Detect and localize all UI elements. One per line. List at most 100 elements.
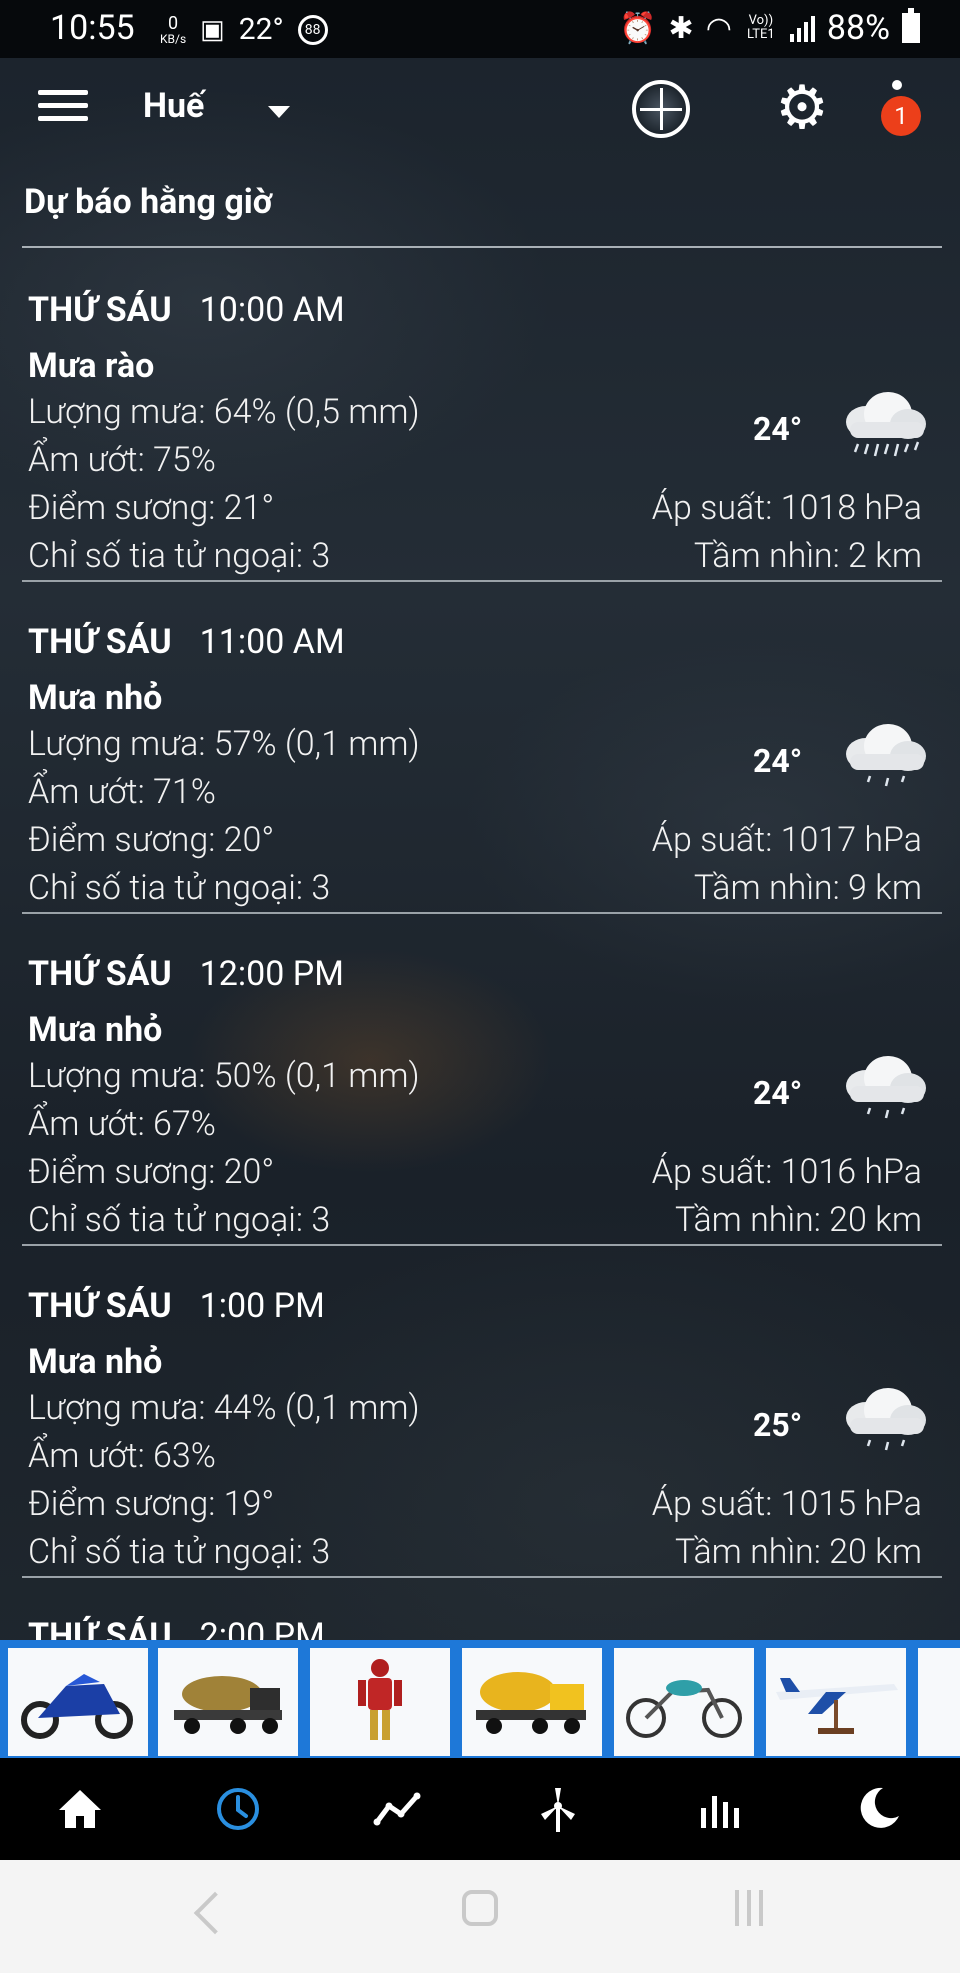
humidity: Ẩm ướt: 71% (28, 772, 216, 812)
motorbike-icon (626, 1680, 742, 1738)
dew-point: Điểm sương: 21° (28, 488, 275, 528)
battery-icon (902, 8, 920, 43)
airplane-icon (776, 1678, 898, 1734)
forecast-header: THỨ SÁU 11:00 AM (28, 622, 345, 662)
motorcycle-model-ad[interactable] (8, 1648, 148, 1756)
temperature: 25° (753, 1406, 803, 1444)
status-left-icons: 0 KB/s ▣ 22° 88 (160, 12, 328, 47)
bottom-navigation (0, 1758, 960, 1860)
light-rain-cloud-icon (846, 724, 926, 787)
app-bar: Huế ⚙ 1 (0, 58, 960, 168)
nav-night[interactable] (818, 1758, 938, 1860)
net-speed: 0 KB/s (160, 12, 187, 46)
pressure: Áp suất: 1018 hPa (651, 488, 922, 528)
temperature: 24° (753, 410, 803, 448)
chevron-down-icon[interactable] (268, 106, 290, 118)
recent-apps-icon[interactable] (735, 1890, 763, 1926)
mixer-truck-icon (476, 1672, 586, 1734)
visibility: Tầm nhìn: 20 km (675, 1532, 922, 1572)
status-time: 10:55 (50, 8, 135, 48)
moon-icon (860, 1787, 899, 1828)
page-title: Dự báo hằng giờ (24, 182, 273, 222)
city-selector[interactable]: Huế (143, 86, 204, 126)
dew-point: Điểm sương: 20° (28, 1152, 275, 1192)
uv-index: Chỉ số tia tử ngoại: 3 (28, 868, 331, 908)
light-rain-cloud-icon (846, 1056, 926, 1119)
light-rain-cloud-icon (846, 1388, 926, 1451)
status-temp: 22° (238, 12, 284, 47)
line-chart-icon (373, 1792, 421, 1826)
wind-turbine-icon (541, 1788, 575, 1832)
notification-badge: 1 (881, 96, 921, 136)
menu-icon[interactable] (38, 90, 88, 130)
home-button-icon[interactable] (462, 1890, 498, 1926)
rain-amount: Lượng mưa: 64% (0,5 mm) (28, 392, 420, 432)
pressure: Áp suất: 1015 hPa (651, 1484, 922, 1524)
forecast-item[interactable]: THỨ SÁU 11:00 AM Mưa nhỏ Lượng mưa: 57% (… (0, 582, 960, 914)
divider (22, 246, 942, 248)
temperature: 24° (753, 742, 803, 780)
status-right-icons: ⏰ ✱ ◠ Vo)) LTE1 88% (619, 8, 920, 48)
mixer-truck-model-ad[interactable] (158, 1648, 298, 1756)
network-label: Vo)) LTE1 (747, 13, 775, 42)
bluetooth-icon: ✱ (668, 10, 694, 46)
back-icon[interactable] (193, 1891, 237, 1935)
forecast-header: THỨ SÁU 1:00 PM (28, 1286, 325, 1326)
forecast-item[interactable]: THỨ SÁU 10:00 AM Mưa rào Lượng mưa: 64% (… (0, 250, 960, 582)
rain-amount: Lượng mưa: 57% (0,1 mm) (28, 724, 420, 764)
notification-button[interactable]: 1 (878, 78, 926, 138)
clock-icon (217, 1788, 259, 1830)
nav-home[interactable] (20, 1758, 140, 1860)
forecast-header: THỨ SÁU 2:00 PM (28, 1616, 325, 1640)
hourly-forecast-list[interactable]: THỨ SÁU 10:00 AM Mưa rào Lượng mưa: 64% (… (0, 250, 960, 1640)
forecast-item[interactable]: THỨ SÁU 2:00 PM (0, 1578, 960, 1640)
pressure: Áp suất: 1016 hPa (651, 1152, 922, 1192)
rain-amount: Lượng mưa: 50% (0,1 mm) (28, 1056, 420, 1096)
classic-motorbike-ad[interactable] (614, 1648, 754, 1756)
ad-banner[interactable] (0, 1640, 960, 1758)
uv-index: Chỉ số tia tử ngoại: 3 (28, 1200, 331, 1240)
pressure: Áp suất: 1017 hPa (651, 820, 922, 860)
ad-thumbnail-partial[interactable] (918, 1648, 960, 1756)
humidity: Ẩm ướt: 63% (28, 1436, 216, 1476)
dew-point: Điểm sương: 20° (28, 820, 275, 860)
forecast-item[interactable]: THỨ SÁU 12:00 PM Mưa nhỏ Lượng mưa: 50% (… (0, 914, 960, 1246)
motorcycle-icon (21, 1674, 133, 1739)
visibility: Tầm nhìn: 9 km (693, 868, 922, 908)
system-navigation (0, 1860, 960, 1973)
yellow-mixer-truck-ad[interactable] (462, 1648, 602, 1756)
condition-label: Mưa nhỏ (28, 1010, 163, 1050)
battery-percent: 88% (826, 8, 890, 48)
forecast-header: THỨ SÁU 10:00 AM (28, 290, 345, 330)
gallery-icon: ▣ (200, 14, 225, 45)
bar-chart-icon (701, 1796, 739, 1828)
radar-icon[interactable] (632, 80, 690, 138)
signal-icon (789, 14, 815, 42)
forecast-item[interactable]: THỨ SÁU 1:00 PM Mưa nhỏ Lượng mưa: 44% (0… (0, 1246, 960, 1578)
nav-chart[interactable] (338, 1758, 458, 1860)
rain-amount: Lượng mưa: 44% (0,1 mm) (28, 1388, 420, 1428)
temperature: 24° (753, 1074, 803, 1112)
uv-index: Chỉ số tia tử ngoại: 3 (28, 1532, 331, 1572)
forecast-header: THỨ SÁU 12:00 PM (28, 954, 344, 994)
visibility: Tầm nhìn: 2 km (693, 536, 922, 576)
alarm-icon: ⏰ (619, 10, 657, 46)
nav-wind[interactable] (498, 1758, 618, 1860)
home-icon (59, 1790, 101, 1828)
heavy-rain-cloud-icon (846, 392, 926, 457)
visibility: Tầm nhìn: 20 km (675, 1200, 922, 1240)
gear-icon[interactable]: ⚙ (772, 78, 832, 138)
mixer-truck-icon (174, 1676, 282, 1734)
condition-label: Mưa rào (28, 346, 155, 386)
iron-man-figure-ad[interactable] (310, 1648, 450, 1756)
status-badge: 88 (297, 14, 328, 45)
status-bar: 10:55 0 KB/s ▣ 22° 88 ⏰ ✱ ◠ Vo)) LTE1 88… (0, 0, 960, 58)
wifi-icon: ◠ (705, 10, 732, 46)
airplane-model-ad[interactable] (766, 1648, 906, 1756)
nav-stats[interactable] (658, 1758, 778, 1860)
humidity: Ẩm ướt: 75% (28, 440, 216, 480)
dew-point: Điểm sương: 19° (28, 1484, 275, 1524)
figure-icon (358, 1659, 402, 1740)
nav-hourly[interactable] (178, 1758, 298, 1860)
notification-dot (892, 80, 902, 90)
